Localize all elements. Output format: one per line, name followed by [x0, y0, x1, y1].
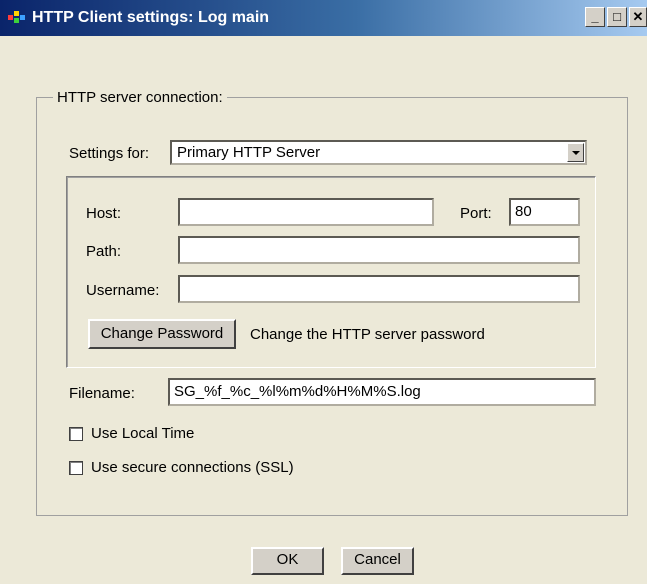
ok-button[interactable]: OK: [251, 547, 324, 575]
settings-for-select[interactable]: Primary HTTP Server: [170, 140, 587, 165]
cancel-button[interactable]: Cancel: [341, 547, 414, 575]
path-label: Path:: [86, 243, 122, 260]
chevron-down-icon[interactable]: [567, 143, 584, 162]
group-legend: HTTP server connection:: [53, 89, 227, 106]
maximize-button[interactable]: □: [607, 7, 627, 27]
port-label: Port:: [460, 205, 492, 222]
use-ssl-label[interactable]: Use secure connections (SSL): [91, 459, 294, 476]
title-bar[interactable]: HTTP Client settings: Log main _ □ ✕: [0, 0, 647, 36]
app-icon: [8, 11, 28, 25]
settings-for-label: Settings for:: [69, 145, 150, 162]
window-title: HTTP Client settings: Log main: [32, 9, 270, 26]
minimize-button[interactable]: _: [585, 7, 605, 27]
use-local-time-label[interactable]: Use Local Time: [91, 425, 194, 442]
username-input[interactable]: [178, 275, 580, 303]
host-input[interactable]: [178, 198, 434, 226]
password-description: Change the HTTP server password: [250, 326, 485, 343]
username-label: Username:: [86, 282, 160, 299]
settings-for-value: Primary HTTP Server: [177, 144, 321, 161]
change-password-button[interactable]: Change Password: [88, 319, 236, 349]
filename-label: Filename:: [69, 385, 135, 402]
port-input[interactable]: 80: [509, 198, 580, 226]
use-ssl-checkbox[interactable]: [69, 461, 83, 475]
host-label: Host:: [86, 205, 122, 222]
filename-input[interactable]: SG_%f_%c_%l%m%d%H%M%S.log: [168, 378, 596, 406]
path-input[interactable]: [178, 236, 580, 264]
close-button[interactable]: ✕: [629, 7, 647, 27]
use-local-time-checkbox[interactable]: [69, 427, 83, 441]
